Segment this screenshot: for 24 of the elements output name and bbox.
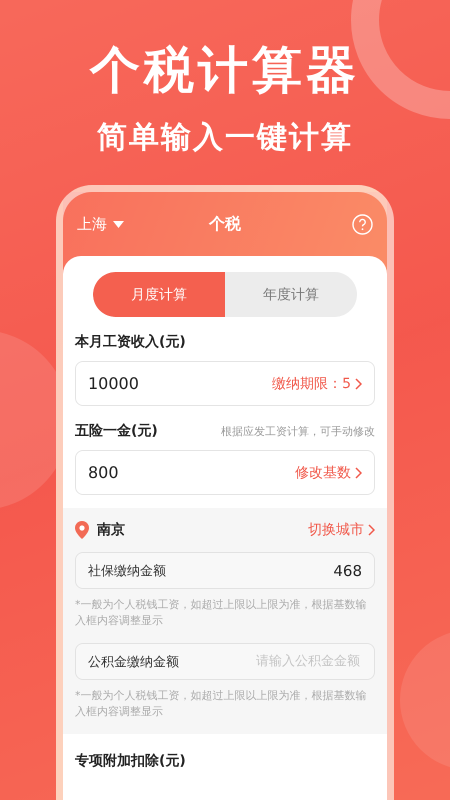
subheadline: 简单输入一键计算 bbox=[97, 119, 353, 157]
salary-field[interactable]: 10000 缴纳期限：5 bbox=[75, 361, 375, 406]
field-hint: 根据应发工资计算，可手动修改 bbox=[221, 424, 375, 438]
switch-city-link[interactable]: 切换城市 bbox=[308, 521, 375, 539]
field-label: 五险一金(元) bbox=[75, 422, 158, 440]
chevron-icon bbox=[368, 524, 375, 536]
insurance-field[interactable]: 800 修改基数 bbox=[75, 450, 375, 495]
note-text: *一般为个人税钱工资，如超过上限以上限为准，根据基数输入框内容调整显示 bbox=[75, 597, 368, 629]
payment-period-link[interactable]: 缴纳期限：5 bbox=[272, 374, 362, 392]
dropdown-caret-icon bbox=[113, 220, 124, 228]
screen-title: 个税 bbox=[209, 214, 241, 234]
note-text: *一般为个人税钱工资，如超过上限以上限为准，根据基数输入框内容调整显示 bbox=[75, 688, 368, 720]
tab[interactable]: 月度计算 bbox=[93, 272, 225, 317]
city-name: 南京 bbox=[97, 521, 125, 539]
location-pin-icon bbox=[75, 521, 89, 539]
field-label: 专项附加扣除(元) bbox=[75, 752, 186, 770]
field-label: 本月工资收入(元) bbox=[75, 333, 186, 351]
social-security-field[interactable]: 社保缴纳金额 468 bbox=[75, 552, 375, 589]
city-selector[interactable]: 上海 bbox=[77, 214, 137, 234]
chevron-icon bbox=[355, 466, 362, 478]
help-icon[interactable] bbox=[352, 214, 373, 234]
chevron-icon bbox=[355, 378, 362, 390]
modify-base-link[interactable]: 修改基数 bbox=[295, 464, 362, 482]
headline: 个税计算器 bbox=[90, 40, 360, 100]
